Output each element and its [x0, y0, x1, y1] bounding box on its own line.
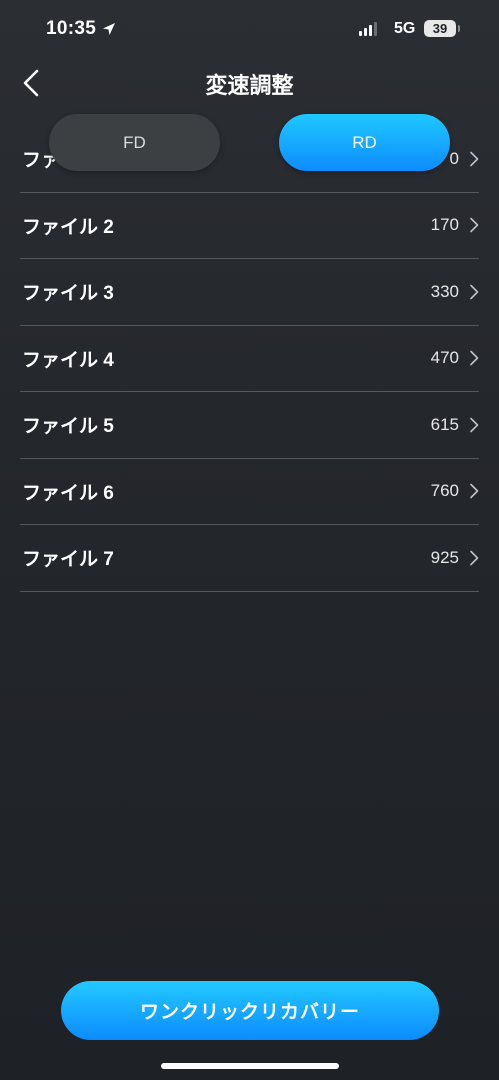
list-item-label: ファイル 6	[22, 482, 114, 504]
list-item-right: 170	[431, 215, 479, 235]
status-time-text: 10:35	[46, 18, 97, 39]
list-item[interactable]: ファイル 7 925	[20, 525, 479, 592]
list-item-right: 925	[431, 548, 479, 568]
list-item[interactable]: ファイル 3 330	[20, 259, 479, 326]
list-item-label: ファイル 7	[22, 549, 114, 571]
chevron-right-icon	[470, 550, 479, 566]
chevron-right-icon	[470, 217, 479, 233]
home-indicator[interactable]	[161, 1063, 339, 1069]
list-item[interactable]: ファイル 6 760	[20, 459, 479, 525]
battery-icon: 39	[424, 20, 456, 37]
list-item-right: 615	[431, 415, 479, 435]
list-item-label: ファイル 2	[22, 216, 114, 238]
list-item-value: 615	[430, 414, 459, 434]
list-item-label: ファイル 5	[22, 416, 114, 438]
list-item-value: 925	[430, 547, 459, 567]
location-arrow-icon	[103, 23, 116, 35]
list-item[interactable]: ファイル 5 615	[20, 392, 479, 459]
battery-tip	[458, 25, 460, 32]
page-title: 変速調整	[205, 73, 294, 98]
chevron-right-icon	[470, 151, 479, 167]
list-item-label: ファイル 4	[22, 349, 114, 371]
list-item-right: 760	[431, 481, 479, 501]
list-item[interactable]: ファイル 2 170	[20, 193, 479, 259]
list-item-right: 0	[450, 149, 479, 169]
list-item-value: 330	[430, 281, 459, 301]
rd-toggle-button[interactable]: RD	[279, 114, 450, 171]
battery-level: 39	[432, 21, 448, 36]
cellular-signal-icon	[359, 22, 377, 36]
status-bar: 10:35 5G 39	[0, 0, 499, 60]
chevron-right-icon	[470, 350, 479, 366]
fd-toggle-button[interactable]: FD	[49, 114, 220, 171]
network-type: 5G	[394, 20, 416, 37]
list-item-value: 0	[449, 148, 459, 168]
list-item-value: 470	[430, 348, 459, 368]
list-item[interactable]: ファイル 4 470	[20, 326, 479, 392]
chevron-right-icon	[470, 284, 479, 300]
list-item-value: 170	[430, 215, 459, 235]
chevron-right-icon	[470, 483, 479, 499]
list-item-right: 470	[431, 348, 479, 368]
list-item-label: ファイル 3	[22, 283, 114, 305]
list-item-value: 760	[430, 481, 459, 501]
file-list: ファイル 1 0 ファイル 2 170 ファイル 3 330 ファイル 4 47…	[20, 126, 479, 592]
status-time: 10:35	[46, 18, 117, 40]
one-click-recovery-button[interactable]: ワンクリックリカバリー	[61, 981, 439, 1040]
list-item-right: 330	[431, 282, 479, 302]
chevron-right-icon	[470, 417, 479, 433]
